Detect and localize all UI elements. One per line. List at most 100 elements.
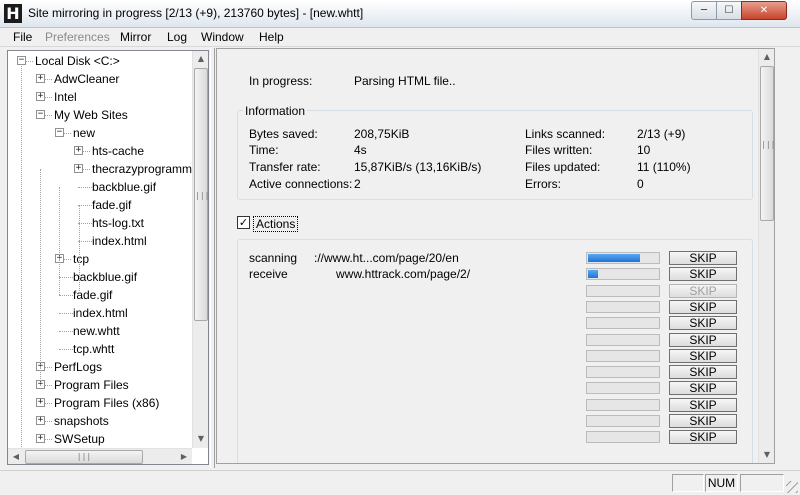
skip-button[interactable]: SKIP bbox=[669, 381, 737, 395]
collapse-icon[interactable]: − bbox=[55, 128, 64, 137]
tree-item-label: My Web Sites bbox=[54, 108, 128, 122]
tree-item-label: snapshots bbox=[54, 414, 109, 428]
skip-button[interactable]: SKIP bbox=[669, 333, 737, 347]
tree-item[interactable]: fade.gif bbox=[8, 196, 192, 214]
scroll-up-arrow-icon[interactable]: ▲ bbox=[193, 51, 208, 67]
collapse-icon[interactable]: − bbox=[36, 110, 45, 119]
panel-splitter[interactable] bbox=[210, 48, 215, 468]
expand-icon[interactable]: + bbox=[36, 74, 45, 83]
menu-window[interactable]: Window bbox=[201, 30, 244, 44]
content-scroll-down-arrow-icon[interactable]: ▼ bbox=[759, 447, 774, 463]
tree-item[interactable]: fade.gif bbox=[8, 286, 192, 304]
tree-item-label: SWSetup bbox=[54, 432, 105, 446]
tree-item[interactable]: hts-log.txt bbox=[8, 214, 192, 232]
menu-file[interactable]: File bbox=[13, 30, 32, 44]
tree-item[interactable]: + snapshots bbox=[8, 412, 192, 430]
action-progress-bar bbox=[586, 399, 660, 411]
action-progress-fill bbox=[588, 254, 640, 262]
transfer-rate-value: 15,87KiB/s (13,16KiB/s) bbox=[354, 160, 482, 174]
menu-log[interactable]: Log bbox=[167, 30, 187, 44]
tree-item-label: tcp bbox=[73, 252, 90, 266]
expand-icon[interactable]: + bbox=[74, 164, 83, 173]
resize-grip-icon[interactable] bbox=[786, 481, 798, 493]
tree-connector bbox=[59, 349, 73, 350]
tree-vscroll-thumb[interactable]: ||| bbox=[194, 68, 208, 321]
title-bar[interactable]: H Site mirroring in progress [2/13 (+9),… bbox=[0, 0, 800, 28]
tree-item-label: Local Disk <C:> bbox=[35, 54, 120, 68]
skip-button[interactable]: SKIP bbox=[669, 349, 737, 363]
menu-help[interactable]: Help bbox=[259, 30, 284, 44]
tree-item[interactable]: + SWSetup bbox=[8, 430, 192, 448]
tree-connector bbox=[78, 187, 92, 188]
scroll-left-arrow-icon[interactable]: ◀ bbox=[8, 449, 24, 464]
tree-item[interactable]: + Intel bbox=[8, 88, 192, 106]
skip-button[interactable]: SKIP bbox=[669, 398, 737, 412]
maximize-button[interactable]: ☐ bbox=[716, 1, 742, 20]
tree-item-label: tcp.whtt bbox=[73, 342, 115, 356]
tree-item[interactable]: index.html bbox=[8, 304, 192, 322]
skip-button[interactable]: SKIP bbox=[669, 251, 737, 265]
tree-item[interactable]: − My Web Sites bbox=[8, 106, 192, 124]
expand-icon[interactable]: + bbox=[36, 398, 45, 407]
action-progress-bar bbox=[586, 268, 660, 280]
tree-horizontal-scrollbar[interactable]: ◀ ||| ▶ bbox=[8, 448, 192, 464]
action-progress-bar bbox=[586, 431, 660, 443]
menu-preferences[interactable]: Preferences bbox=[45, 30, 110, 44]
menu-mirror[interactable]: Mirror bbox=[120, 30, 151, 44]
tree-item[interactable]: + Program Files bbox=[8, 376, 192, 394]
tree-hscroll-thumb[interactable]: ||| bbox=[25, 450, 143, 464]
tree-item-label: hts-log.txt bbox=[92, 216, 145, 230]
tree-vertical-scrollbar[interactable]: ▲ ||| ▼ bbox=[192, 51, 208, 448]
tree-item-label: fade.gif bbox=[92, 198, 132, 212]
expand-icon[interactable]: + bbox=[74, 146, 83, 155]
folder-tree[interactable]: − Local Disk <C:> + AdwCleaner + Intel − My Web… bbox=[7, 50, 209, 465]
tree-item[interactable]: + PerfLogs bbox=[8, 358, 192, 376]
in-progress-label: In progress: bbox=[249, 74, 313, 88]
expand-icon[interactable]: + bbox=[36, 416, 45, 425]
tree-item-label: AdwCleaner bbox=[54, 72, 120, 86]
expand-icon[interactable]: + bbox=[36, 92, 45, 101]
tree-item-label: backblue.gif bbox=[73, 270, 138, 284]
tree-item[interactable]: + tcp bbox=[8, 250, 192, 268]
skip-button[interactable]: SKIP bbox=[669, 414, 737, 428]
tree-item[interactable]: + thecrazyprogrammer bbox=[8, 160, 203, 178]
minimize-button[interactable]: ─ bbox=[691, 1, 717, 20]
menu-bar: File Preferences Mirror Log Window Help bbox=[0, 28, 800, 47]
tree-item[interactable]: new.whtt bbox=[8, 322, 192, 340]
files-updated-label: Files updated: bbox=[525, 160, 601, 174]
tree-item[interactable]: index.html bbox=[8, 232, 192, 250]
skip-button[interactable]: SKIP bbox=[669, 300, 737, 314]
tree-item[interactable]: − Local Disk <C:> bbox=[8, 52, 192, 70]
skip-button[interactable]: SKIP bbox=[669, 430, 737, 444]
expand-icon[interactable]: + bbox=[36, 434, 45, 443]
tree-item[interactable]: backblue.gif bbox=[8, 268, 192, 286]
tree-connector bbox=[59, 277, 73, 278]
tree-item[interactable]: + Program Files (x86) bbox=[8, 394, 192, 412]
tree-connector bbox=[78, 205, 92, 206]
content-scroll-up-arrow-icon[interactable]: ▲ bbox=[759, 49, 774, 65]
httrack-app-icon[interactable]: H bbox=[4, 4, 22, 23]
links-scanned-value: 2/13 (+9) bbox=[637, 127, 686, 141]
scroll-down-arrow-icon[interactable]: ▼ bbox=[193, 431, 208, 447]
skip-button[interactable]: SKIP bbox=[669, 316, 737, 330]
transfer-rate-label: Transfer rate: bbox=[249, 160, 321, 174]
actions-checkbox[interactable]: ✓ bbox=[237, 216, 250, 229]
action-status: scanning bbox=[249, 251, 298, 265]
skip-button[interactable]: SKIP bbox=[669, 284, 737, 298]
tree-item-label: Program Files (x86) bbox=[54, 396, 160, 410]
content-vertical-scrollbar[interactable]: ▲ ||| ▼ bbox=[758, 49, 774, 463]
tree-item-label: new bbox=[73, 126, 96, 140]
scroll-right-arrow-icon[interactable]: ▶ bbox=[176, 449, 192, 464]
actions-label[interactable]: Actions bbox=[253, 216, 299, 232]
tree-item[interactable]: tcp.whtt bbox=[8, 340, 192, 358]
files-written-value: 10 bbox=[637, 143, 651, 157]
tree-item[interactable]: + hts-cache bbox=[8, 142, 192, 160]
content-vscroll-thumb[interactable]: ||| bbox=[760, 66, 774, 221]
skip-button[interactable]: SKIP bbox=[669, 365, 737, 379]
tree-item[interactable]: + AdwCleaner bbox=[8, 70, 192, 88]
tree-item[interactable]: − new bbox=[8, 124, 192, 142]
tree-item[interactable]: backblue.gif bbox=[8, 178, 192, 196]
active-connections-value: 2 bbox=[354, 177, 361, 191]
close-button[interactable]: ✕ bbox=[741, 1, 787, 20]
skip-button[interactable]: SKIP bbox=[669, 267, 737, 281]
